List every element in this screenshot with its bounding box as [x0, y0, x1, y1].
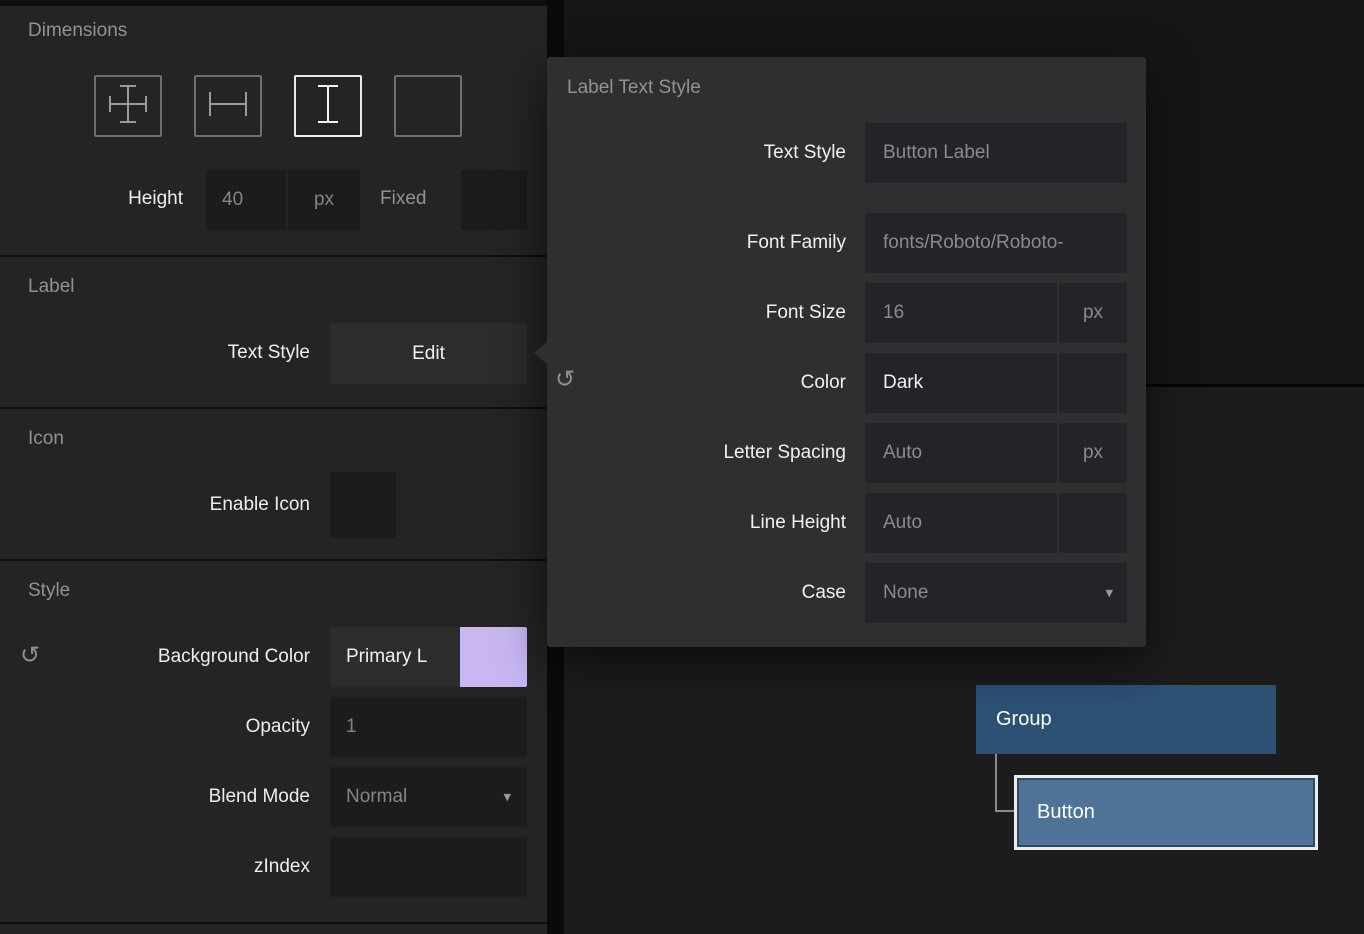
font-family-input[interactable]: fonts/Roboto/Roboto-: [865, 213, 1127, 273]
case-value: None: [883, 582, 928, 604]
tree-connector-vertical: [995, 754, 997, 812]
divider: [0, 255, 547, 257]
font-size-row: Font Size 16 px: [547, 283, 1127, 343]
dimension-mode-width-height-button[interactable]: [94, 75, 162, 137]
line-height-input[interactable]: Auto: [865, 493, 1057, 553]
width-height-constraint-icon: [106, 84, 150, 129]
group-node-label: Group: [996, 708, 1052, 731]
background-color-value[interactable]: Primary L: [330, 627, 460, 687]
height-constraint-icon: [306, 84, 350, 129]
opacity-label: Opacity: [40, 716, 310, 738]
chevron-down-icon: ▾: [1105, 586, 1113, 601]
text-style-label: Text Style: [40, 342, 310, 364]
enable-icon-label: Enable Icon: [40, 494, 310, 516]
dimension-mode-width-button[interactable]: [194, 75, 262, 137]
group-node[interactable]: Group: [976, 685, 1276, 754]
color-swatch-box[interactable]: [1059, 353, 1127, 413]
chevron-down-icon: ▾: [503, 790, 511, 805]
color-label: Color: [547, 372, 846, 394]
case-row: Case None ▾: [547, 563, 1127, 623]
divider: [0, 0, 547, 6]
height-input[interactable]: 40: [206, 170, 286, 230]
divider: [0, 922, 547, 924]
line-height-label: Line Height: [547, 512, 846, 534]
case-label: Case: [547, 582, 846, 604]
inspector-panel: Dimensions: [0, 0, 547, 934]
letter-spacing-label: Letter Spacing: [547, 442, 846, 464]
letter-spacing-unit-toggle[interactable]: px: [1059, 423, 1127, 483]
font-size-unit-toggle[interactable]: px: [1059, 283, 1127, 343]
text-style-row: Text Style Button Label: [547, 123, 1127, 183]
dimension-mode-height-button[interactable]: [294, 75, 362, 137]
popup-pointer: [534, 342, 547, 364]
text-style-label: Text Style: [547, 142, 846, 164]
label-text-style-popup: ↺ Label Text Style Text Style Button Lab…: [547, 57, 1146, 647]
height-label: Height: [64, 188, 183, 210]
opacity-input[interactable]: 1: [330, 697, 527, 757]
label-section-title: Label: [28, 276, 75, 298]
line-height-row: Line Height Auto: [547, 493, 1127, 553]
fixed-checkbox[interactable]: [461, 170, 527, 230]
popup-title: Label Text Style: [567, 77, 701, 99]
text-style-edit-button[interactable]: Edit: [330, 323, 527, 384]
button-node-label: Button: [1037, 801, 1095, 824]
reset-icon[interactable]: ↺: [20, 643, 40, 667]
enable-icon-checkbox[interactable]: [330, 472, 396, 538]
case-select[interactable]: None ▾: [865, 563, 1127, 623]
dimension-mode-none-button[interactable]: [394, 75, 462, 137]
height-unit-toggle[interactable]: px: [288, 170, 360, 230]
blend-mode-label: Blend Mode: [40, 786, 310, 808]
style-section-title: Style: [28, 580, 70, 602]
font-family-label: Font Family: [547, 232, 846, 254]
font-family-row: Font Family fonts/Roboto/Roboto-: [547, 213, 1127, 273]
blend-mode-value: Normal: [346, 786, 407, 808]
tree-connector-horizontal: [995, 810, 1015, 812]
dimensions-section-title: Dimensions: [28, 20, 127, 42]
background-color-swatch[interactable]: [460, 627, 527, 687]
font-size-label: Font Size: [547, 302, 846, 324]
zindex-label: zIndex: [40, 856, 310, 878]
divider: [0, 559, 547, 561]
letter-spacing-input[interactable]: Auto: [865, 423, 1057, 483]
color-row: Color Dark: [547, 353, 1127, 413]
divider: [0, 407, 547, 409]
button-node[interactable]: Button: [1014, 775, 1318, 850]
line-height-unit-box[interactable]: [1059, 493, 1127, 553]
letter-spacing-row: Letter Spacing Auto px: [547, 423, 1127, 483]
text-style-input[interactable]: Button Label: [865, 123, 1127, 183]
blend-mode-select[interactable]: Normal ▾: [330, 767, 527, 827]
background-color-button[interactable]: Primary L: [330, 627, 527, 687]
icon-section-title: Icon: [28, 428, 64, 450]
fixed-label: Fixed: [380, 188, 426, 210]
width-constraint-icon: [206, 84, 250, 129]
font-size-input[interactable]: 16: [865, 283, 1057, 343]
zindex-input[interactable]: [330, 837, 527, 897]
color-input[interactable]: Dark: [865, 353, 1057, 413]
background-color-label: Background Color: [40, 646, 310, 668]
